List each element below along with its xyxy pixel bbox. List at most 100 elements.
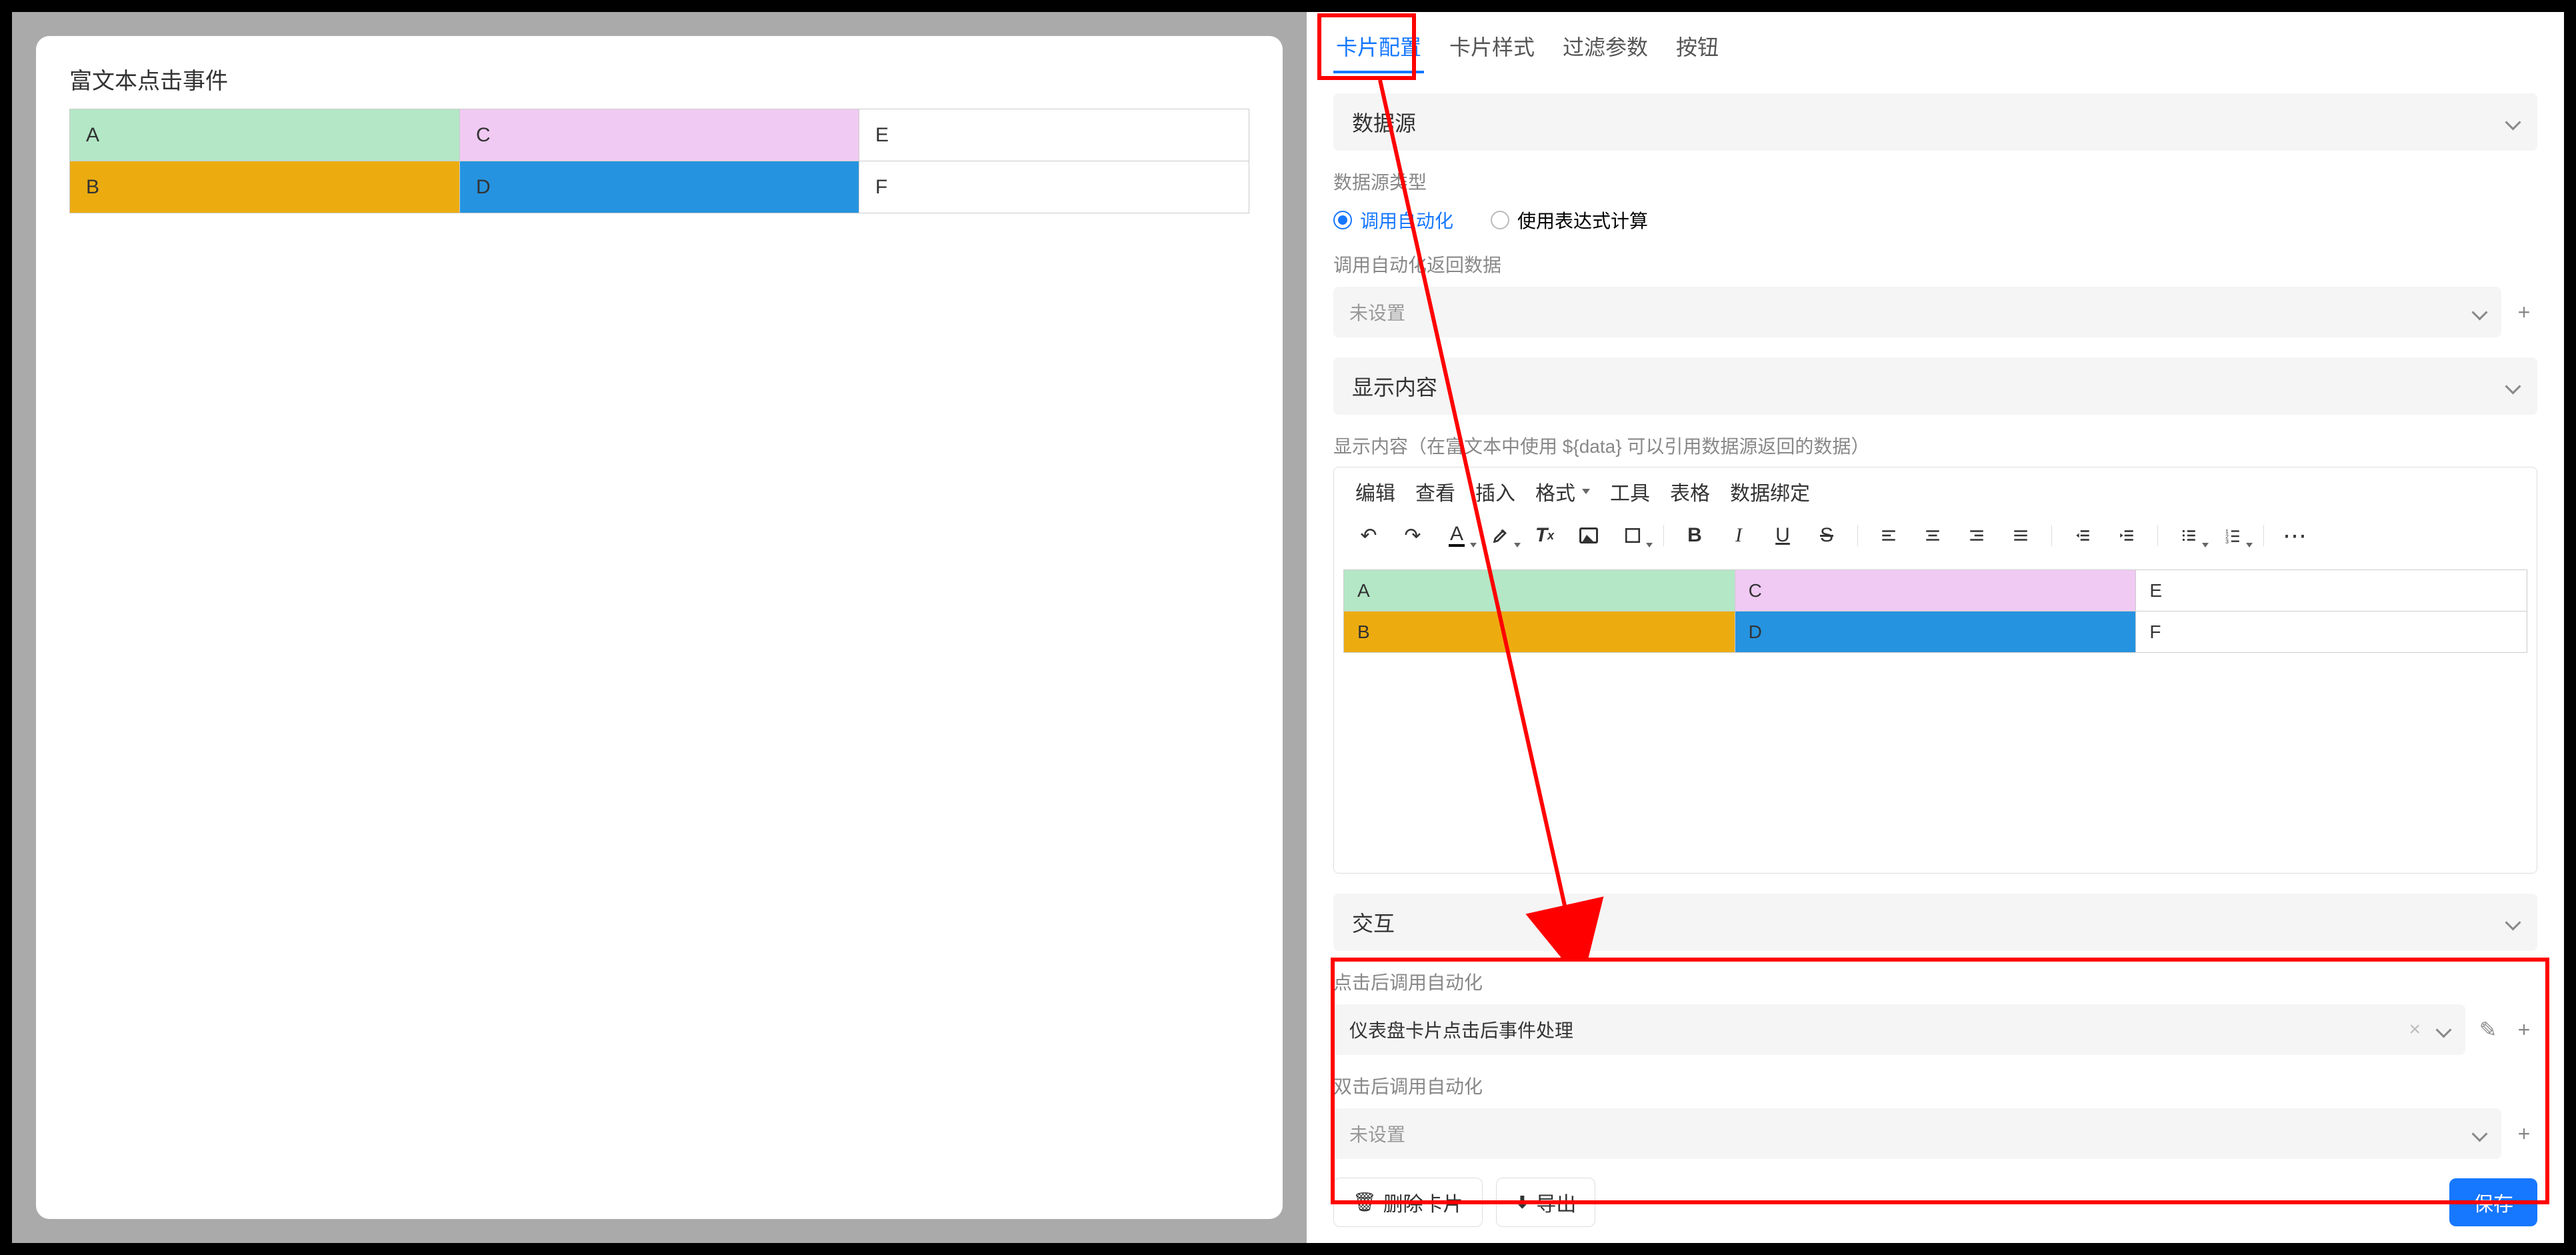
save-button[interactable]: 保存 xyxy=(2449,1178,2537,1226)
trash-icon xyxy=(1353,1191,1377,1214)
delete-card-button[interactable]: 删除卡片 xyxy=(1333,1178,1483,1227)
editor-table: A C E B D F xyxy=(1343,569,2527,653)
cell-e[interactable]: E xyxy=(859,109,1249,161)
numbered-list-icon[interactable]: 123 xyxy=(2219,522,2246,549)
more-icon[interactable] xyxy=(2281,522,2308,549)
clear-format-icon[interactable]: Tx xyxy=(1531,522,1558,549)
separator xyxy=(2263,525,2264,546)
editor-cell-b[interactable]: B xyxy=(1344,611,1735,653)
radio-dot-icon xyxy=(1491,211,1509,229)
chevron-down-icon xyxy=(2474,1123,2485,1144)
separator xyxy=(2157,525,2158,546)
add-dblclick-automation-button[interactable] xyxy=(2511,1120,2537,1147)
radio-auto-label: 调用自动化 xyxy=(1360,207,1453,233)
cell-d[interactable]: D xyxy=(459,161,859,213)
redo-icon[interactable]: ↷ xyxy=(1399,522,1426,549)
menu-edit[interactable]: 编辑 xyxy=(1355,477,1395,506)
italic-icon[interactable]: I xyxy=(1725,522,1752,549)
cell-c[interactable]: C xyxy=(459,109,859,161)
section-display-header[interactable]: 显示内容 xyxy=(1333,357,2537,415)
editor-menubar: 编辑 查看 插入 格式 工具 表格 数据绑定 xyxy=(1334,467,2537,515)
highlight-icon[interactable] xyxy=(1487,522,1514,549)
chevron-down-icon xyxy=(2438,1019,2449,1040)
footer-buttons: 删除卡片 导出 保存 xyxy=(1333,1178,2537,1227)
cell-b[interactable]: B xyxy=(70,161,460,213)
radio-call-automation[interactable]: 调用自动化 xyxy=(1333,207,1453,233)
tab-card-config[interactable]: 卡片配置 xyxy=(1333,21,1424,73)
automation-return-label: 调用自动化返回数据 xyxy=(1333,251,2537,277)
datasource-type-label: 数据源类型 xyxy=(1333,168,2537,195)
dblclick-automation-label: 双击后调用自动化 xyxy=(1333,1072,2537,1099)
chevron-down-icon xyxy=(2474,301,2485,323)
clear-icon[interactable]: × xyxy=(2409,1018,2421,1041)
section-datasource-header[interactable]: 数据源 xyxy=(1333,93,2537,151)
automation-return-select[interactable]: 未设置 xyxy=(1333,287,2501,337)
chevron-down-icon xyxy=(2507,375,2519,397)
editor-cell-c[interactable]: C xyxy=(1735,570,2136,611)
preview-title: 富文本点击事件 xyxy=(69,63,1249,95)
separator xyxy=(1663,525,1664,546)
dblclick-automation-select[interactable]: 未设置 xyxy=(1333,1108,2501,1159)
section-display-title: 显示内容 xyxy=(1352,371,1437,401)
cell-a[interactable]: A xyxy=(70,109,460,161)
editor-cell-a[interactable]: A xyxy=(1344,570,1735,611)
chevron-down-icon xyxy=(2507,912,2519,933)
chevron-down-icon xyxy=(2507,111,2519,133)
edit-click-automation-button[interactable] xyxy=(2475,1016,2501,1043)
add-automation-button[interactable] xyxy=(2511,299,2537,325)
bold-icon[interactable]: B xyxy=(1681,522,1708,549)
preview-card: 富文本点击事件 A C E B D F xyxy=(36,36,1283,1219)
menu-tools[interactable]: 工具 xyxy=(1610,477,1650,506)
menu-view[interactable]: 查看 xyxy=(1415,477,1455,506)
editor-cell-f[interactable]: F xyxy=(2136,611,2527,653)
bullet-list-icon[interactable] xyxy=(2175,522,2202,549)
menu-databind[interactable]: 数据绑定 xyxy=(1730,477,1810,506)
export-label: 导出 xyxy=(1536,1188,1576,1217)
delete-card-label: 删除卡片 xyxy=(1383,1188,1463,1217)
image-icon[interactable] xyxy=(1575,522,1602,549)
click-automation-value: 仪表盘卡片点击后事件处理 xyxy=(1349,1016,1573,1043)
editor-content-area[interactable]: A C E B D F xyxy=(1334,560,2537,662)
config-tabs: 卡片配置 卡片样式 过滤参数 按钮 xyxy=(1333,12,2537,73)
separator xyxy=(2051,525,2052,546)
export-button[interactable]: 导出 xyxy=(1496,1178,1596,1227)
editor-toolbar: ↶ ↷ A Tx B I U S xyxy=(1334,515,2537,560)
select-placeholder: 未设置 xyxy=(1349,299,1405,325)
dblclick-placeholder: 未设置 xyxy=(1349,1120,1405,1147)
display-tip: 显示内容（在富文本中使用 ${data} 可以引用数据源返回的数据） xyxy=(1333,432,2537,459)
separator xyxy=(1857,525,1858,546)
align-left-icon[interactable] xyxy=(1875,522,1902,549)
undo-icon[interactable]: ↶ xyxy=(1355,522,1382,549)
strikethrough-icon[interactable]: S xyxy=(1813,522,1840,549)
radio-use-expression[interactable]: 使用表达式计算 xyxy=(1491,207,1648,233)
cell-f[interactable]: F xyxy=(859,161,1249,213)
download-icon xyxy=(1515,1191,1530,1214)
radio-dot-icon xyxy=(1333,211,1352,229)
menu-table[interactable]: 表格 xyxy=(1670,477,1710,506)
underline-icon[interactable]: U xyxy=(1769,522,1796,549)
indent-decrease-icon[interactable] xyxy=(2069,522,2096,549)
section-interaction-title: 交互 xyxy=(1352,907,1395,938)
radio-expr-label: 使用表达式计算 xyxy=(1517,207,1648,233)
align-center-icon[interactable] xyxy=(1919,522,1946,549)
svg-text:3: 3 xyxy=(2225,538,2229,544)
align-justify-icon[interactable] xyxy=(2007,522,2034,549)
section-interaction-header[interactable]: 交互 xyxy=(1333,894,2537,951)
click-automation-label: 点击后调用自动化 xyxy=(1333,968,2537,995)
preview-panel: 富文本点击事件 A C E B D F xyxy=(12,12,1307,1243)
editor-cell-d[interactable]: D xyxy=(1735,611,2136,653)
editor-cell-e[interactable]: E xyxy=(2136,570,2527,611)
tab-card-style[interactable]: 卡片样式 xyxy=(1447,21,1537,73)
add-click-automation-button[interactable] xyxy=(2511,1016,2537,1043)
click-automation-select[interactable]: 仪表盘卡片点击后事件处理 × xyxy=(1333,1004,2465,1055)
border-icon[interactable] xyxy=(1619,522,1646,549)
align-right-icon[interactable] xyxy=(1963,522,1990,549)
menu-format[interactable]: 格式 xyxy=(1535,477,1590,506)
section-datasource-title: 数据源 xyxy=(1352,107,1416,137)
tab-button[interactable]: 按钮 xyxy=(1673,21,1721,73)
menu-insert[interactable]: 插入 xyxy=(1475,477,1515,506)
text-color-icon[interactable]: A xyxy=(1443,522,1470,549)
config-panel: 卡片配置 卡片样式 过滤参数 按钮 数据源 数据源类型 调用自动化 使用表达式计… xyxy=(1307,12,2564,1243)
tab-filter-params[interactable]: 过滤参数 xyxy=(1560,21,1651,73)
indent-increase-icon[interactable] xyxy=(2113,522,2140,549)
